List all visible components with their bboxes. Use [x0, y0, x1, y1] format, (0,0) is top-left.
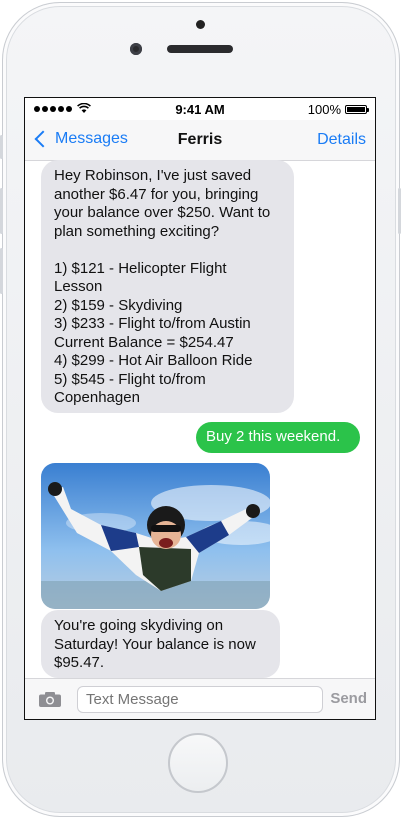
- text-message-input[interactable]: [77, 686, 323, 713]
- home-button[interactable]: [168, 733, 228, 793]
- received-message-bubble[interactable]: You're going skydiving on Saturday! Your…: [41, 610, 280, 678]
- screen: 9:41 AM 100% Messages Ferris Details Hey…: [24, 97, 376, 720]
- volume-down-button: [0, 248, 3, 294]
- front-camera: [130, 43, 142, 55]
- battery-icon: [345, 105, 369, 114]
- sent-message-bubble[interactable]: Buy 2 this weekend.: [196, 422, 360, 453]
- send-button[interactable]: Send: [330, 690, 367, 707]
- camera-icon[interactable]: [39, 692, 61, 707]
- skydiver-photo[interactable]: [41, 463, 270, 609]
- details-button[interactable]: Details: [317, 131, 366, 149]
- earpiece-speaker: [167, 45, 233, 53]
- message-composer: Send: [25, 678, 375, 719]
- mute-switch: [0, 135, 3, 159]
- volume-up-button: [0, 188, 3, 234]
- navigation-bar: Messages Ferris Details: [25, 120, 375, 161]
- proximity-sensor: [196, 20, 205, 29]
- battery-percentage: 100%: [307, 102, 341, 117]
- status-bar: 9:41 AM 100%: [25, 98, 375, 120]
- received-message-bubble[interactable]: Hey Robinson, I've just saved another $6…: [41, 160, 294, 413]
